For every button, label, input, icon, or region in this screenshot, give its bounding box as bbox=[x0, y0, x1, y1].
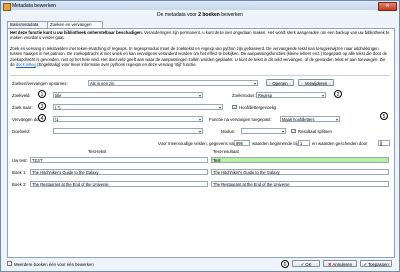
title-bar: Metadata bewerken ✕ bbox=[1, 1, 399, 11]
multi-values-prefix: Voor meervoudige velden, gegevens van bbox=[158, 141, 236, 146]
divider bbox=[10, 75, 390, 76]
one-by-one-checkbox[interactable] bbox=[7, 261, 12, 266]
marker-3: 3 bbox=[38, 102, 46, 110]
delete-button[interactable]: Verwijderen bbox=[298, 79, 334, 86]
search-for-input[interactable]: (.*) bbox=[53, 104, 223, 110]
search-mode-select[interactable]: Regexp bbox=[256, 92, 326, 98]
heading-suffix: bewerken bbox=[221, 12, 243, 18]
dest-field-select[interactable] bbox=[53, 128, 203, 134]
warning-title: Het deze functie kunt u uw bibliotheek o… bbox=[10, 30, 143, 35]
search-mode-label: Zoekmodus: bbox=[232, 93, 256, 98]
case-sensitive-checkbox[interactable]: ✓ bbox=[232, 104, 237, 109]
mode-select[interactable] bbox=[241, 128, 286, 134]
your-test-label: Uw test: bbox=[12, 158, 28, 163]
cancel-button[interactable]: ✖ Annuleren bbox=[323, 260, 357, 267]
help-text: Zoek en vervang in tekstvelden met teken… bbox=[10, 46, 390, 68]
tab-basic-metadata[interactable]: Basismetadata bbox=[7, 21, 49, 28]
case-sensitive-label: Hoofdlettergevoelig bbox=[239, 105, 277, 110]
metadata-dialog: Metadata bewerken ✕ De metadata voor 2 b… bbox=[0, 0, 400, 272]
search-field-select[interactable]: title bbox=[53, 92, 203, 98]
test-result-header: Test-resultaat bbox=[213, 149, 239, 154]
split-results-checkbox[interactable]: ✓ bbox=[291, 128, 296, 133]
apply-button[interactable]: ✔ Toepassen bbox=[360, 260, 392, 267]
window-title: Metadata bewerken bbox=[12, 2, 56, 9]
book-2-result: The Restaurant at the End of the Univers… bbox=[211, 181, 389, 187]
docs-link[interactable]: docs uitleg bbox=[16, 62, 36, 67]
open-button[interactable]: Openen bbox=[266, 79, 294, 86]
your-test-result: Test bbox=[211, 157, 389, 163]
search-field-label: Zoekveld: bbox=[12, 93, 31, 98]
book-1-text: The Hitchhiker's Guide to the Galaxy bbox=[30, 169, 208, 175]
dest-field-label: Doelveld: bbox=[12, 129, 30, 134]
search-replace-panel: Het deze functie kunt u uw bibliotheek o… bbox=[7, 28, 395, 258]
dialog-heading: De metadata voor 2 boeken bewerken bbox=[1, 12, 399, 18]
replace-with-input[interactable]: \1 bbox=[53, 116, 203, 122]
ok-button[interactable]: ✔ OK bbox=[292, 260, 320, 267]
heading-prefix: De metadata voor bbox=[157, 12, 197, 18]
function-label: Functie na vervangen toegepast: bbox=[209, 117, 272, 122]
apply-icon: ✔ bbox=[363, 262, 367, 267]
one-by-one-label: Meerdere boeken één voor één bewerken bbox=[14, 261, 94, 267]
multi-values-middle: waarden beginnende bij bbox=[252, 141, 298, 146]
function-select[interactable]: Maak hoofdletters bbox=[280, 116, 340, 122]
multi-values-suffix: en waarden gescheiden door bbox=[312, 141, 368, 146]
test-text-header: Test-tekst bbox=[88, 149, 107, 154]
cancel-label: Annuleren bbox=[332, 262, 353, 267]
saved-searches-select[interactable]: Als in een zin bbox=[88, 80, 258, 86]
book-1-result: The Hitchhiker's Guide to the Galaxy bbox=[211, 169, 389, 175]
saved-searches-label: Zoeken/vervangen opnames: bbox=[12, 81, 68, 86]
book-2-label: Boek 2: bbox=[12, 182, 27, 187]
app-icon bbox=[3, 2, 11, 11]
your-test-input[interactable]: TEST bbox=[30, 157, 208, 163]
check-icon: ✔ bbox=[300, 262, 305, 267]
apply-label: Toepassen bbox=[367, 262, 389, 267]
marker-1: 1 bbox=[38, 90, 46, 98]
book-1-label: Boek 1: bbox=[12, 170, 27, 175]
split-results-label: Resultaat splitsen bbox=[298, 129, 332, 134]
help-end: (Engelstalig) voor meer informatie over … bbox=[37, 62, 197, 68]
cancel-icon: ✖ bbox=[327, 262, 332, 267]
marker-4: 4 bbox=[38, 114, 46, 122]
search-for-label: Zoek naar: bbox=[12, 105, 33, 110]
book-2-text: The Restaurant at the End of the Univers… bbox=[30, 181, 208, 187]
dialog-footer: Meerdere boeken één voor één bewerken 6 … bbox=[7, 258, 393, 269]
separator-input[interactable]: [] bbox=[378, 140, 390, 146]
multi-values-count-input[interactable]: 999 bbox=[234, 140, 250, 146]
marker-6: 6 bbox=[281, 259, 289, 268]
multi-values-start-input[interactable]: 1 bbox=[298, 140, 310, 146]
warning-text: Het deze functie kunt u uw bibliotheek o… bbox=[10, 30, 390, 41]
heading-count: 2 boeken bbox=[198, 12, 220, 18]
mode-label: Modus: bbox=[221, 129, 236, 134]
marker-2: 2 bbox=[334, 90, 342, 98]
marker-5: 5 bbox=[380, 112, 388, 120]
close-button[interactable]: ✕ bbox=[378, 2, 397, 11]
ok-label: OK bbox=[305, 262, 312, 267]
